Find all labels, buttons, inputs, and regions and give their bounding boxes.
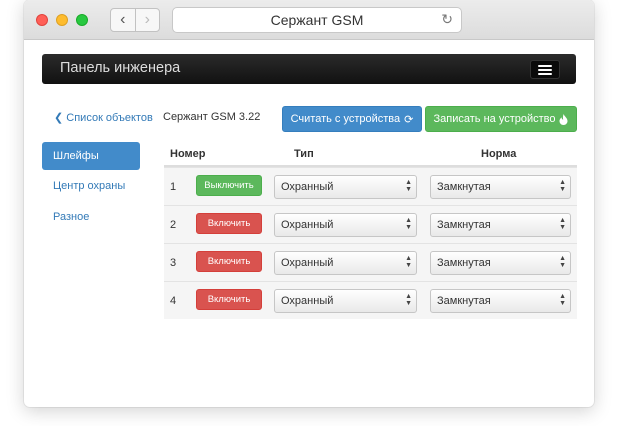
back-arrow-icon[interactable]: ‹ [111,9,135,31]
select-arrows-icon: ▲ ▼ [559,217,566,231]
table-row: 3 Включить Охранный ▲ ▼ Замкнутая ▲ ▼ [164,243,577,281]
select-arrows-icon: ▲ ▼ [405,179,412,193]
row-number: 1 [170,181,177,193]
norm-select[interactable]: Замкнутая ▲ ▼ [430,213,571,237]
norm-select-value: Замкнутая [437,257,491,269]
row-number: 3 [170,257,177,269]
device-title: Сержант GSM 3.22 [163,111,261,123]
forward-arrow-icon[interactable]: › [134,9,160,31]
table-header: Номер Тип Норма [164,141,577,167]
column-header-type: Тип [294,148,314,160]
column-header-norm: Норма [481,148,517,160]
select-arrows-icon: ▲ ▼ [405,293,412,307]
history-nav: ‹ › [110,8,160,32]
minimize-window-button[interactable] [56,14,68,26]
type-select[interactable]: Охранный ▲ ▼ [274,175,417,199]
select-arrows-icon: ▲ ▼ [405,217,412,231]
browser-window: ‹ › Сержант GSM ↻ Панель инженера ❮ Спис… [24,0,594,407]
norm-select-value: Замкнутая [437,219,491,231]
maximize-window-button[interactable] [76,14,88,26]
norm-select[interactable]: Замкнутая ▲ ▼ [430,175,571,199]
chevron-left-icon: ❮ [54,112,64,124]
select-arrows-icon: ▲ ▼ [559,179,566,193]
table-row: 2 Включить Охранный ▲ ▼ Замкнутая ▲ ▼ [164,205,577,243]
norm-select-value: Замкнутая [437,181,491,193]
refresh-icon: ⟳ [404,113,414,126]
hamburger-icon[interactable] [530,60,560,79]
type-select-value: Охранный [281,219,334,231]
type-select-value: Охранный [281,257,334,269]
table-row: 1 Выключить Охранный ▲ ▼ Замкнутая ▲ ▼ [164,167,577,205]
norm-select-value: Замкнутая [437,295,491,307]
type-select[interactable]: Охранный ▲ ▼ [274,251,417,275]
type-select[interactable]: Охранный ▲ ▼ [274,213,417,237]
browser-titlebar: ‹ › Сержант GSM ↻ [24,0,594,40]
select-arrows-icon: ▲ ▼ [559,255,566,269]
read-button-label: Считать с устройства [290,113,401,125]
fire-icon [559,113,568,125]
type-select-value: Охранный [281,295,334,307]
select-arrows-icon: ▲ ▼ [559,293,566,307]
row-number: 2 [170,219,177,231]
read-from-device-button[interactable]: Считать с устройства ⟳ [282,106,422,132]
write-to-device-button[interactable]: Записать на устройство [425,106,577,132]
sidebar-item-misc[interactable]: Разное [42,203,140,231]
top-navbar: Панель инженера [42,54,576,84]
loops-table: Номер Тип Норма 1 Выключить Охранный ▲ ▼ … [164,141,577,319]
loop-toggle-button[interactable]: Включить [196,289,262,310]
loop-toggle-button[interactable]: Включить [196,251,262,272]
loop-toggle-button[interactable]: Выключить [196,175,262,196]
norm-select[interactable]: Замкнутая ▲ ▼ [430,251,571,275]
back-to-objects-link[interactable]: ❮ Список объектов [54,111,153,124]
row-number: 4 [170,295,177,307]
sidebar-item-loops[interactable]: Шлейфы [42,142,140,170]
address-title: Сержант GSM [270,12,364,28]
sidebar-item-security-center[interactable]: Центр охраны [42,172,140,200]
back-link-label: Список объектов [66,112,153,124]
address-bar[interactable]: Сержант GSM ↻ [172,7,462,33]
type-select-value: Охранный [281,181,334,193]
table-row: 4 Включить Охранный ▲ ▼ Замкнутая ▲ ▼ [164,281,577,319]
norm-select[interactable]: Замкнутая ▲ ▼ [430,289,571,313]
select-arrows-icon: ▲ ▼ [405,255,412,269]
reload-icon[interactable]: ↻ [441,11,453,28]
write-button-label: Записать на устройство [433,113,556,125]
column-header-number: Номер [170,148,206,160]
loop-toggle-button[interactable]: Включить [196,213,262,234]
close-window-button[interactable] [36,14,48,26]
navbar-brand[interactable]: Панель инженера [60,60,180,76]
type-select[interactable]: Охранный ▲ ▼ [274,289,417,313]
